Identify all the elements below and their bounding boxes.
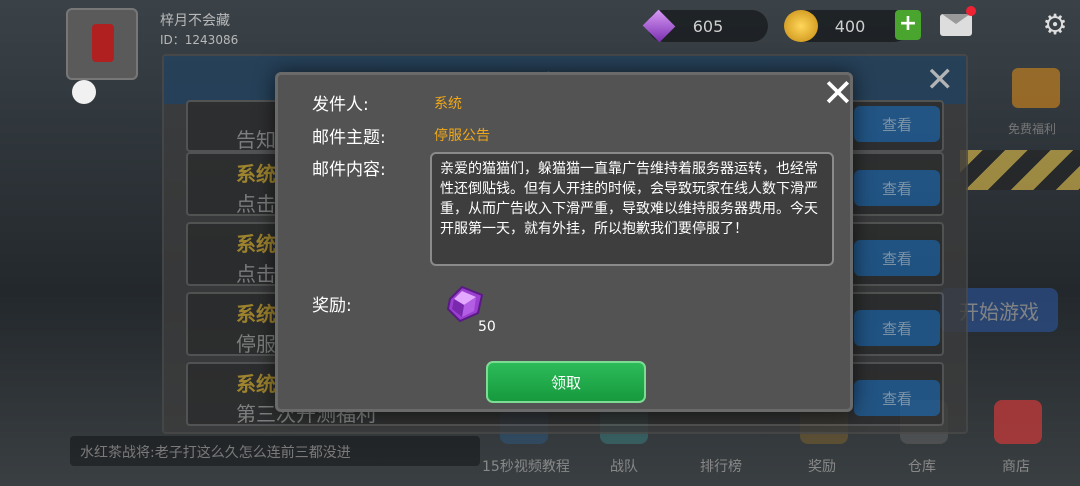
coin-count: 400 (834, 16, 866, 36)
notification-dot (966, 6, 976, 16)
purple-gem-icon (444, 283, 486, 323)
video-ad-icon[interactable] (1012, 68, 1060, 108)
coin-counter: 400 (784, 10, 910, 42)
mail-row-sender: 系统 (236, 162, 276, 186)
gear-icon[interactable]: ⚙ (1040, 10, 1070, 40)
player-id: ID：1243086 (160, 33, 239, 47)
subject-value: 停服公告 (434, 128, 490, 144)
mail-panel-close-icon[interactable]: ✕ (926, 60, 955, 100)
nav-shop[interactable]: 商店 (1002, 456, 1030, 476)
add-coins-button[interactable]: + (895, 10, 921, 40)
mail-detail-dialog: ✕ 发件人: 系统 邮件主题: 停服公告 邮件内容: 亲爱的猫猫们，躲猫猫一直靠… (275, 72, 854, 412)
mail-icon[interactable] (940, 14, 972, 36)
nav-storage[interactable]: 仓库 (908, 456, 936, 476)
coin-icon (784, 10, 818, 42)
player-name: 梓月不会藏 (160, 13, 230, 29)
view-button[interactable]: 查看 (854, 106, 940, 142)
reward-count: 50 (478, 319, 496, 335)
sender-label: 发件人: (312, 95, 369, 115)
joystick-dot[interactable] (72, 80, 96, 104)
chat-bar[interactable]: 水红茶战将:老子打这么久怎么连前三都没进 (70, 436, 480, 466)
view-button[interactable]: 查看 (854, 240, 940, 276)
gem-count: 605 (692, 16, 724, 36)
shop-nav-icon[interactable] (994, 400, 1042, 444)
view-button[interactable]: 查看 (854, 310, 940, 346)
nav-ranking[interactable]: 排行榜 (700, 456, 742, 476)
mail-row-sender: 系统 (236, 232, 276, 256)
sender-value: 系统 (434, 96, 462, 112)
mail-row-sender: 系统 (236, 372, 276, 396)
reward-label: 奖励: (312, 296, 352, 316)
mail-row-sender: 系统 (236, 302, 276, 326)
avatar[interactable] (66, 8, 138, 80)
nav-tutorial[interactable]: 15秒视频教程 (482, 456, 570, 476)
view-button[interactable]: 查看 (854, 170, 940, 206)
mail-row-subject: 告知 (236, 128, 276, 152)
claim-button[interactable]: 领取 (486, 361, 646, 403)
subject-label: 邮件主题: (312, 128, 386, 148)
content-label: 邮件内容: (312, 160, 386, 180)
close-icon[interactable]: ✕ (822, 74, 854, 112)
gem-counter: 605 (642, 9, 768, 43)
nav-team[interactable]: 战队 (610, 456, 638, 476)
hazard-stripe (960, 150, 1080, 190)
mail-content: 亲爱的猫猫们，躲猫猫一直靠广告维持着服务器运转，也经常性还倒贴钱。但有人开挂的时… (430, 152, 834, 266)
view-button[interactable]: 查看 (854, 380, 940, 416)
free-reward-label: 免费福利 (1008, 122, 1057, 136)
nav-reward[interactable]: 奖励 (808, 456, 836, 476)
